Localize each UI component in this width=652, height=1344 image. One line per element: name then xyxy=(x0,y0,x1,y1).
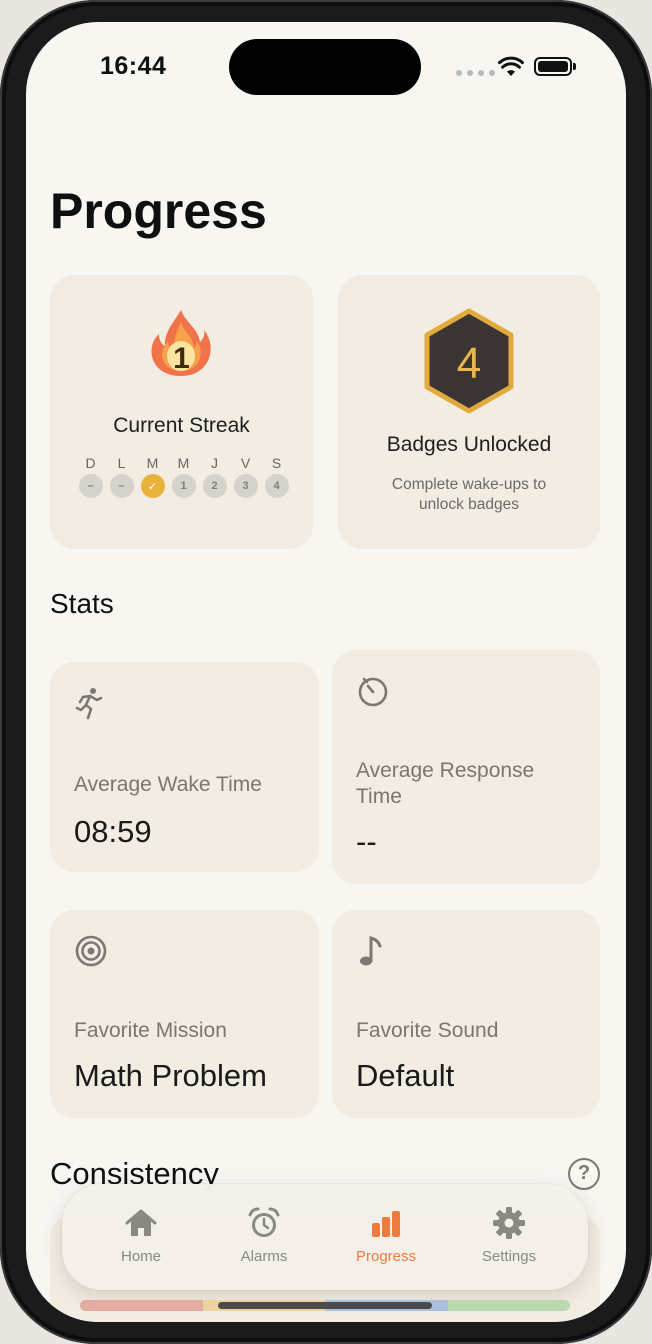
day-upcoming-dot: 2 xyxy=(202,474,227,498)
day-saturday: S 4 xyxy=(264,455,289,498)
day-missed-dot: – xyxy=(109,474,134,498)
stat-card-favorite-sound[interactable]: Favorite Sound Default xyxy=(332,910,600,1118)
badges-title: Badges Unlocked xyxy=(386,433,552,456)
question-icon[interactable]: ? xyxy=(568,1158,600,1190)
dynamic-island xyxy=(229,39,421,95)
bar-chart-icon xyxy=(372,1211,400,1237)
stat-value: 08:59 xyxy=(74,814,152,849)
tab-settings[interactable]: Settings xyxy=(454,1206,564,1265)
day-letter: S xyxy=(271,455,282,471)
battery-cap xyxy=(573,63,576,70)
gear-icon xyxy=(493,1207,525,1239)
day-letter: L xyxy=(117,455,126,471)
day-letter: M xyxy=(177,455,190,471)
streak-label: Current Streak xyxy=(113,414,250,437)
house-icon xyxy=(125,1209,157,1236)
stat-card-favorite-mission[interactable]: Favorite Mission Math Problem xyxy=(50,910,319,1118)
day-letter: J xyxy=(211,455,218,471)
stat-card-wake-time[interactable]: Average Wake Time 08:59 xyxy=(50,662,319,872)
tab-label: Home xyxy=(120,1248,161,1265)
day-missed-dot: – xyxy=(78,474,103,498)
day-letter: V xyxy=(240,455,251,471)
checkmark-icon: ✓ xyxy=(140,474,165,498)
music-note-icon xyxy=(360,936,382,966)
cellular-signal-icon xyxy=(456,70,495,76)
streak-count: 1 xyxy=(173,342,190,375)
day-letter: M xyxy=(146,455,159,471)
tab-alarms[interactable]: Alarms xyxy=(209,1206,319,1265)
stat-label: Favorite Mission xyxy=(74,1019,227,1042)
stat-card-response-time[interactable]: Average Response Time -- xyxy=(332,650,600,884)
day-upcoming-dot: 3 xyxy=(233,474,258,498)
status-time: 16:44 xyxy=(100,52,167,80)
tab-label: Progress xyxy=(355,1248,417,1265)
page-title: Progress xyxy=(50,183,267,239)
running-icon xyxy=(75,688,103,720)
day-upcoming-dot: 4 xyxy=(264,474,289,498)
day-sunday: D – xyxy=(78,455,103,498)
home-indicator[interactable] xyxy=(218,1302,432,1309)
day-upcoming-dot: 1 xyxy=(171,474,196,498)
stat-label: Average Wake Time xyxy=(74,773,262,796)
day-letter: D xyxy=(85,455,96,471)
stat-label: Average Response Time xyxy=(356,759,535,808)
wifi-icon xyxy=(498,56,524,76)
stats-heading: Stats xyxy=(50,588,114,619)
alarm-clock-icon xyxy=(248,1207,280,1237)
stat-value: -- xyxy=(356,824,377,859)
tab-bar: Home Alarms Progress Settings xyxy=(62,1184,588,1290)
timer-icon xyxy=(358,677,388,707)
week-tracker: D – L – M ✓ M 1 J 2 V 3 S 4 xyxy=(78,455,289,498)
stat-label: Favorite Sound xyxy=(356,1019,499,1042)
stat-value: Math Problem xyxy=(74,1058,267,1093)
tab-label: Settings xyxy=(481,1248,537,1265)
tab-progress[interactable]: Progress xyxy=(331,1206,441,1265)
day-tuesday: M ✓ xyxy=(140,455,165,498)
battery-icon xyxy=(534,57,572,76)
badges-subtitle: Complete wake-ups to unlock badges xyxy=(391,476,547,513)
day-thursday: J 2 xyxy=(202,455,227,498)
badges-count: 4 xyxy=(456,339,482,388)
day-friday: V 3 xyxy=(233,455,258,498)
phone-frame: 16:44 Progress 1 Current Streak D – L – … xyxy=(0,0,652,1344)
day-monday: L – xyxy=(109,455,134,498)
tab-home[interactable]: Home xyxy=(86,1206,196,1265)
day-wednesday: M 1 xyxy=(171,455,196,498)
tab-label: Alarms xyxy=(240,1248,288,1265)
target-icon xyxy=(75,935,107,967)
stat-value: Default xyxy=(356,1058,455,1093)
app-screen: 16:44 Progress 1 Current Streak D – L – … xyxy=(26,22,626,1322)
badges-card[interactable]: 4 Badges Unlocked Complete wake-ups to u… xyxy=(338,275,600,549)
streak-card[interactable]: 1 Current Streak D – L – M ✓ M 1 J 2 V 3… xyxy=(50,275,313,549)
